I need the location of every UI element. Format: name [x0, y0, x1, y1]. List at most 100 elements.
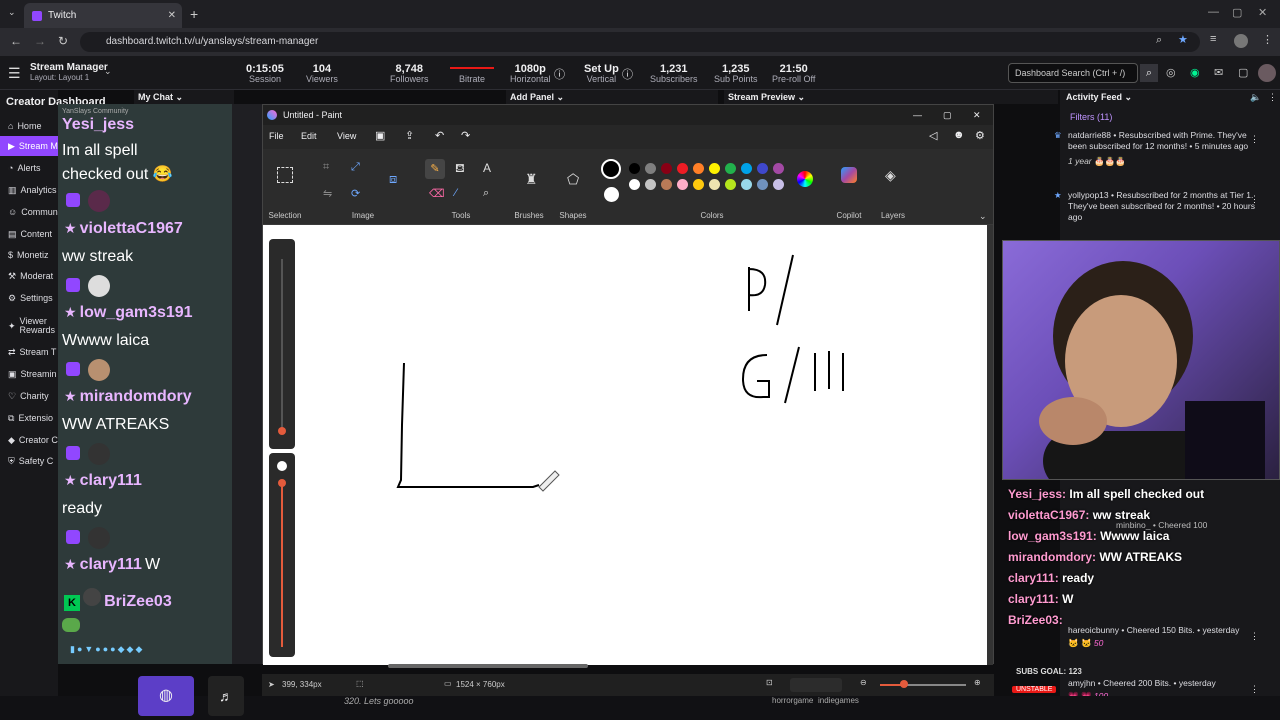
stream-manager-title[interactable]: Stream Manager Layout: Layout 1 [30, 63, 108, 83]
info-icon[interactable]: ⓘ [554, 66, 565, 82]
fill-icon[interactable]: ⛾ [455, 161, 465, 177]
volume-icon[interactable]: 🔈 [1250, 92, 1261, 103]
zoom-out-icon[interactable]: ⊖ [860, 678, 867, 687]
reload-icon[interactable]: ↻ [58, 34, 68, 48]
stream-together-icon[interactable]: ◍ [138, 676, 194, 716]
minimize-icon[interactable]: — [1208, 6, 1219, 18]
slider-thumb[interactable] [278, 427, 286, 435]
search-icon[interactable]: ⌕ [1140, 64, 1158, 82]
color-swatch[interactable] [773, 163, 784, 174]
more-icon[interactable]: ⋮ [1268, 92, 1277, 103]
url-field[interactable]: dashboard.twitch.tv/u/yanslays/stream-ma… [80, 32, 1200, 52]
pencil-icon[interactable]: ✎ [425, 159, 445, 179]
status-icon[interactable]: ◉ [1190, 66, 1200, 79]
color-swatch[interactable] [773, 179, 784, 190]
copilot-icon[interactable] [841, 167, 857, 183]
profile-avatar[interactable] [1234, 34, 1248, 48]
color-swatch[interactable] [741, 179, 752, 190]
nav-viewer-rewards[interactable]: ✦ Viewer Rewards [0, 314, 58, 338]
inbox-icon[interactable]: ✉ [1214, 66, 1223, 79]
share-icon[interactable]: ⇪ [405, 129, 414, 142]
color-swatch[interactable] [645, 163, 656, 174]
color-swatch[interactable] [757, 179, 768, 190]
color-swatch[interactable] [725, 163, 736, 174]
color-swatch[interactable] [677, 163, 688, 174]
image-select-icon[interactable]: ⧈ [389, 171, 397, 187]
layers-icon[interactable]: ◈ [885, 167, 896, 184]
more-icon[interactable]: ⋮ [1250, 631, 1259, 642]
activity-feed-header[interactable]: Activity Feed ⌄ [1066, 92, 1132, 103]
dashboard-search-input[interactable]: Dashboard Search (Ctrl + /) [1008, 63, 1138, 83]
user-avatar[interactable] [1258, 64, 1276, 82]
color-swatch[interactable] [693, 179, 704, 190]
nav-safety-center[interactable]: ⛨ Safety C [0, 451, 58, 471]
shapes-icon[interactable]: ⬠ [567, 171, 579, 188]
eraser-icon[interactable]: ⌫ [429, 187, 445, 200]
new-tab-icon[interactable]: + [190, 6, 198, 22]
magnifier-icon[interactable]: ⌕ [483, 187, 489, 200]
primary-color-swatch[interactable] [601, 159, 621, 179]
tab-menu-icon[interactable]: ⌄ [8, 7, 16, 18]
rotate-icon[interactable]: ⟳ [351, 187, 360, 200]
color-swatch[interactable] [693, 163, 704, 174]
drawing-canvas[interactable] [263, 225, 987, 665]
zoom-slider-thumb[interactable] [900, 680, 908, 688]
nav-monetization[interactable]: $ Monetiz [0, 245, 58, 265]
chat-username[interactable]: clary111 [80, 472, 142, 489]
nav-settings[interactable]: ⚙ Settings [0, 288, 58, 308]
zoom-dropdown[interactable] [790, 678, 842, 692]
notification-icon[interactable]: ◎ [1166, 66, 1176, 79]
color-swatch[interactable] [677, 179, 688, 190]
color-swatch[interactable] [661, 179, 672, 190]
gear-icon[interactable]: ⚙ [975, 129, 985, 142]
fit-icon[interactable]: ⊡ [766, 678, 773, 687]
info-icon[interactable]: ⓘ [622, 66, 633, 82]
tag-horrorgame[interactable]: horrorgame [772, 696, 813, 705]
nav-community[interactable]: ☺ Commun [0, 202, 58, 222]
chat-username[interactable]: BriZee03 [104, 593, 172, 610]
nav-creator-camp[interactable]: ◆ Creator C [0, 430, 58, 450]
nav-charity[interactable]: ♡ Charity [0, 386, 58, 406]
slider-thumb[interactable] [278, 479, 286, 487]
back-icon[interactable]: ← [10, 34, 22, 48]
more-icon[interactable]: ⋮ [1250, 134, 1259, 145]
crop-icon[interactable]: ⌗ [323, 161, 329, 174]
color-swatch[interactable] [741, 163, 752, 174]
color-swatch[interactable] [709, 179, 720, 190]
color-swatch[interactable] [629, 179, 640, 190]
edit-colors-icon[interactable] [797, 171, 813, 187]
brush-icon[interactable]: ♜ [525, 171, 538, 188]
close-window-icon[interactable]: ✕ [1258, 6, 1267, 19]
nav-moderation[interactable]: ⚒ Moderat [0, 266, 58, 286]
horizontal-scrollbar[interactable] [388, 664, 588, 668]
color-swatch[interactable] [725, 179, 736, 190]
nav-home[interactable]: ⌂ Home [0, 116, 58, 136]
nav-content[interactable]: ▤ Content [0, 224, 58, 244]
account-icon[interactable]: ☻ [953, 129, 965, 141]
maximize-icon[interactable]: ▢ [943, 105, 952, 125]
color-swatch[interactable] [757, 163, 768, 174]
add-panel-header[interactable]: Add Panel ⌄ [506, 90, 718, 104]
secondary-color-swatch[interactable] [604, 187, 619, 202]
extensions-icon[interactable]: ≡ [1210, 33, 1216, 45]
tiktok-icon[interactable]: ♬ [208, 676, 244, 716]
zoom-icon[interactable]: ⌕ [1156, 34, 1162, 47]
nav-stream-together[interactable]: ⇄ Stream T [0, 342, 58, 362]
tag-indiegames[interactable]: indiegames [818, 696, 859, 705]
forward-icon[interactable]: → [34, 34, 46, 48]
chat-username[interactable]: low_gam3s191 [80, 304, 193, 321]
nav-alerts[interactable]: ◔ Alerts [0, 158, 58, 178]
brush-size-slider[interactable] [269, 239, 295, 449]
nav-extensions[interactable]: ⧉ Extensio [0, 408, 58, 428]
chat-username[interactable]: clary111 [80, 556, 142, 573]
hamburger-menu-icon[interactable]: ☰ [8, 65, 21, 82]
feedback-icon[interactable]: ◁ [929, 129, 937, 142]
more-icon[interactable]: ⋮ [1250, 194, 1259, 205]
bookmark-star-icon[interactable]: ★ [1178, 33, 1188, 46]
nav-streaming[interactable]: ▣ Streamin [0, 364, 58, 384]
color-swatch[interactable] [645, 179, 656, 190]
chat-username[interactable]: Yesi_jess [62, 116, 134, 133]
my-chat-header[interactable]: My Chat ⌄ [134, 90, 234, 104]
selection-icon[interactable] [277, 167, 293, 183]
color-swatch[interactable] [709, 163, 720, 174]
